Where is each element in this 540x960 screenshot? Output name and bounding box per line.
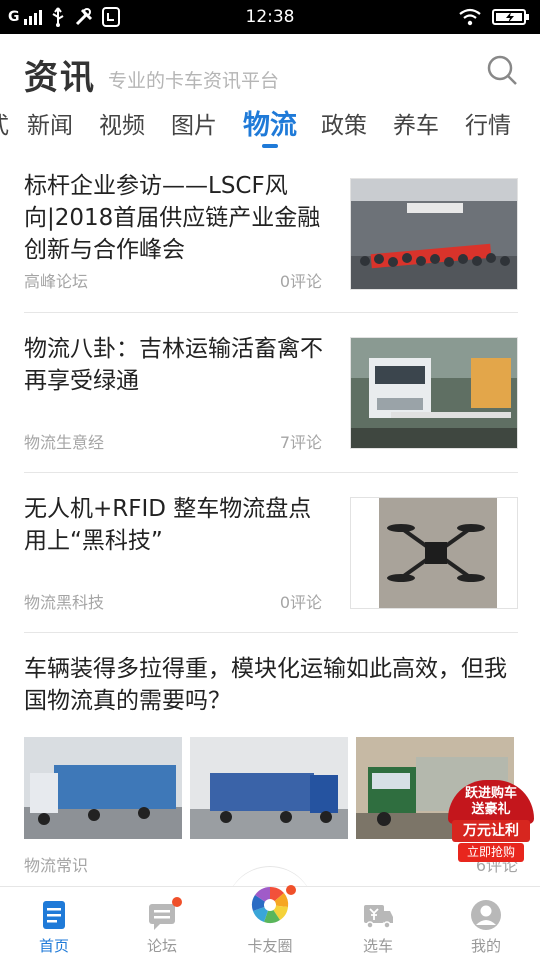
news-title[interactable]: 物流八卦：吉林运输活畜禽不再享受绿通 xyxy=(24,333,324,397)
bottom-nav: 首页 论坛 卡友圈 选车 我的 xyxy=(0,885,540,960)
news-comment-count: 7评论 xyxy=(279,433,322,452)
page-slogan: 专业的卡车资讯平台 xyxy=(108,70,280,92)
tab-video[interactable]: 视频 xyxy=(99,106,145,140)
truck-price-icon xyxy=(364,905,393,929)
promo-line-1: 跃进购车 xyxy=(464,786,517,801)
tab-policy[interactable]: 政策 xyxy=(321,106,367,140)
news-title[interactable]: 标杆企业参访——LSCF风向|2018首届供应链产业金融创新与合作峰会 xyxy=(24,170,324,266)
tab-pictures[interactable]: 图片 xyxy=(171,106,217,140)
nav-select-car[interactable]: 选车 xyxy=(324,887,432,960)
news-item[interactable]: 物流八卦：吉林运输活畜禽不再享受绿通 物流生意经 7评论 xyxy=(24,313,518,473)
news-source: 高峰论坛 xyxy=(24,272,89,291)
nav-circle-label: 卡友圈 xyxy=(247,937,293,955)
tab-news[interactable]: 新闻 xyxy=(27,106,73,140)
news-thumbnail[interactable] xyxy=(350,497,518,609)
status-bar: G 12:38 xyxy=(0,0,540,34)
news-source: 物流常识 xyxy=(24,856,89,875)
category-tabs: 式 新闻 视频 图片 物流 政策 养车 行情 xyxy=(0,100,540,148)
promo-badge[interactable]: 跃进购车 送豪礼 万元让利 立即抢购 xyxy=(448,780,534,862)
news-comment-count: 0评论 xyxy=(279,272,322,291)
news-thumbnail[interactable] xyxy=(190,737,348,839)
forum-notification-dot xyxy=(172,897,182,907)
news-item[interactable]: 标杆企业参访——LSCF风向|2018首届供应链产业金融创新与合作峰会 高峰论坛… xyxy=(24,170,518,313)
tab-car-care[interactable]: 养车 xyxy=(393,106,439,140)
promo-line-3: 万元让利 xyxy=(452,820,530,842)
news-comment-count: 0评论 xyxy=(279,593,322,612)
promo-line-2: 送豪礼 xyxy=(471,802,511,817)
news-title[interactable]: 车辆装得多拉得重，模块化运输如此高效，但我国物流真的需要吗？ xyxy=(24,653,518,717)
news-item[interactable]: 车辆装得多拉得重，模块化运输如此高效，但我国物流真的需要吗？ 物流常识 6评论 xyxy=(24,633,518,886)
page-title: 资讯 xyxy=(24,58,96,98)
battery-icon xyxy=(492,9,529,25)
promo-buy-button[interactable]: 立即抢购 xyxy=(458,843,524,862)
nav-forum[interactable]: 论坛 xyxy=(108,887,216,960)
tab-market[interactable]: 行情 xyxy=(465,106,511,140)
news-thumbnail[interactable] xyxy=(350,337,518,449)
tab-partial[interactable]: 式 xyxy=(0,106,9,140)
user-profile-icon xyxy=(471,900,501,930)
news-thumbnail[interactable] xyxy=(24,737,182,839)
wifi-icon xyxy=(459,8,481,26)
news-thumbnail[interactable] xyxy=(350,178,518,290)
news-source: 物流黑科技 xyxy=(24,593,105,612)
nav-profile-label: 我的 xyxy=(470,937,501,955)
news-item[interactable]: 无人机+RFID 整车物流盘点用上“黑科技” 物流黑科技 0评论 xyxy=(24,473,518,633)
status-right xyxy=(458,8,530,26)
nav-home-label: 首页 xyxy=(38,937,69,955)
nav-select-car-label: 选车 xyxy=(362,937,393,955)
promo-headline: 跃进购车 送豪礼 xyxy=(448,780,534,824)
app-header: 资讯 专业的卡车资讯平台 xyxy=(0,34,540,108)
tab-logistics[interactable]: 物流 xyxy=(243,103,297,142)
nav-forum-label: 论坛 xyxy=(146,937,177,955)
circle-notification-dot xyxy=(286,885,296,895)
search-icon[interactable] xyxy=(486,54,518,86)
news-doc-icon xyxy=(43,901,65,929)
nav-profile[interactable]: 我的 xyxy=(432,887,540,960)
nav-home[interactable]: 首页 xyxy=(0,887,108,960)
active-tab-indicator xyxy=(262,144,278,148)
news-title[interactable]: 无人机+RFID 整车物流盘点用上“黑科技” xyxy=(24,493,324,557)
nav-circle[interactable]: 卡友圈 xyxy=(216,885,324,960)
news-source: 物流生意经 xyxy=(24,433,105,452)
